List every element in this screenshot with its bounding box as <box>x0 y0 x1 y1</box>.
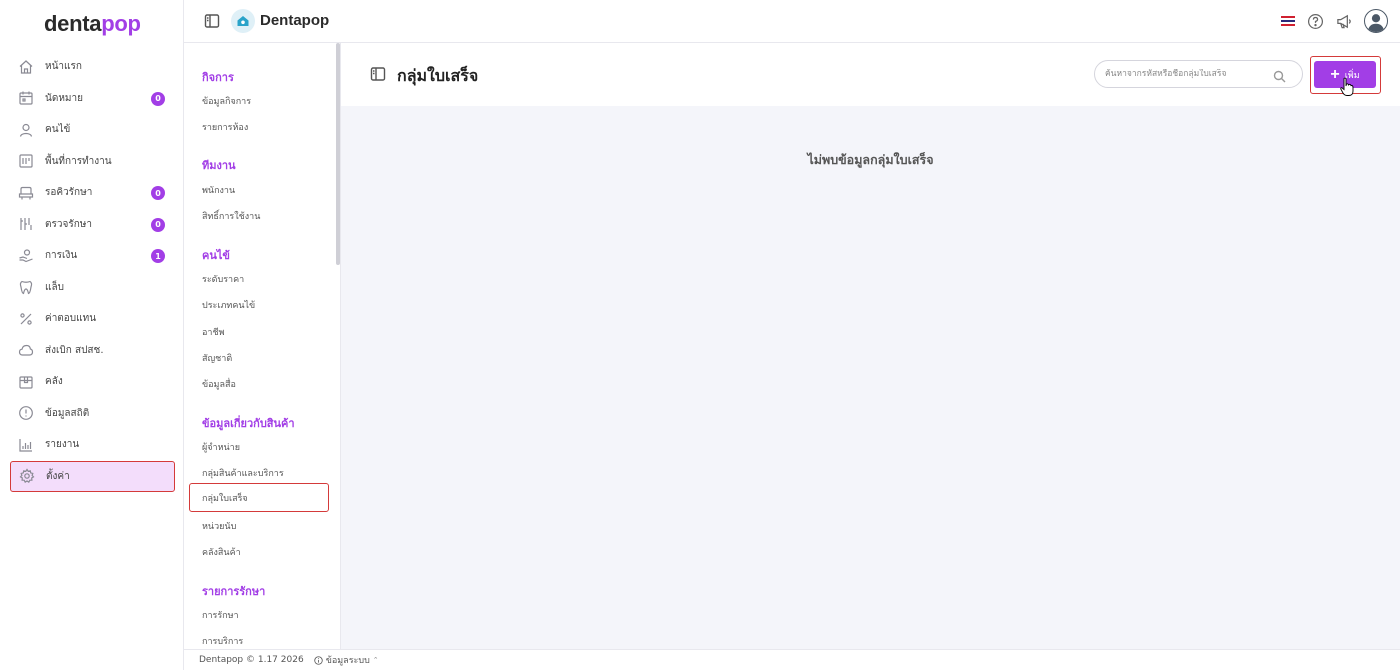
submenu-link-suppliers[interactable]: ผู้จำหน่าย <box>202 440 240 454</box>
sidebar-item-label: แล็บ <box>45 281 64 293</box>
sidebar-item-inventory[interactable]: คลัง <box>0 366 184 398</box>
submenu-link-services[interactable]: การบริการ <box>202 634 243 648</box>
footer: Dentapop © 1.17 2026 ข้อมูลระบบ ⌃ <box>184 649 1400 670</box>
sidebar-item-workspace[interactable]: พื้นที่การทำงาน <box>0 146 184 178</box>
help-icon[interactable] <box>1306 12 1324 30</box>
page-title: กลุ่มใบเสร็จ <box>397 66 479 85</box>
report-chart-icon <box>18 437 34 453</box>
top-bar-actions <box>1281 9 1388 33</box>
sidebar-item-label: รอคิวรักษา <box>45 187 93 199</box>
sidebar-item-lab[interactable]: แล็บ <box>0 272 184 304</box>
submenu-link-units[interactable]: หน่วยนับ <box>202 519 236 533</box>
submenu-link-price-levels[interactable]: ระดับราคา <box>202 272 244 286</box>
sidebar-item-label: คนไข้ <box>45 124 71 136</box>
section-products: ข้อมูลเกี่ยวกับสินค้า <box>202 417 295 430</box>
settings-submenu: กิจการ ข้อมูลกิจการ รายการห้อง ทีมงาน พน… <box>184 43 341 649</box>
top-bar: Dentapop <box>184 0 1400 43</box>
submenu-link-staff[interactable]: พนักงาน <box>202 183 235 197</box>
section-business: กิจการ <box>202 71 234 84</box>
hand-cursor-icon <box>1340 77 1354 96</box>
submenu-link-rooms[interactable]: รายการห้อง <box>202 120 248 134</box>
main-content: กลุ่มใบเสร็จ + เพิ่ม ไม่พบข้อมูลกลุ่มใบเ… <box>341 43 1400 649</box>
thai-flag-icon[interactable] <box>1281 16 1295 26</box>
percent-icon <box>18 311 34 327</box>
dental-chair-icon <box>18 185 34 201</box>
sidebar-item-label: รายงาน <box>45 439 80 451</box>
panel-toggle-icon[interactable] <box>370 66 386 82</box>
system-info-link[interactable]: ข้อมูลระบบ ⌃ <box>314 653 379 667</box>
clinic-name: Dentapop <box>260 12 330 29</box>
submenu-scrollbar[interactable] <box>336 43 340 265</box>
sidebar-item-statistics[interactable]: ข้อมูลสถิติ <box>0 398 184 430</box>
sidebar-item-label: การเงิน <box>45 250 78 262</box>
clinic-home-icon <box>231 9 255 33</box>
sidebar-item-label: นัดหมาย <box>45 92 83 104</box>
sidebar-item-reports[interactable]: รายงาน <box>0 429 184 461</box>
dental-tools-icon <box>18 216 34 232</box>
sidebar-item-label: คลัง <box>45 376 63 388</box>
search-input[interactable] <box>1105 69 1265 79</box>
submenu-link-receipt-groups[interactable]: กลุ่มใบเสร็จ <box>189 483 329 512</box>
submenu-link-occupations[interactable]: อาชีพ <box>202 325 225 339</box>
submenu-link-treatments[interactable]: การรักษา <box>202 608 239 622</box>
sidebar-nav: หน้าแรก นัดหมาย 0 คนไข้ พื้นที่การทำงาน … <box>0 51 184 492</box>
gear-icon <box>19 468 35 484</box>
sidebar-item-label: ตรวจรักษา <box>45 218 92 230</box>
avatar[interactable] <box>1364 9 1388 33</box>
sidebar-item-label: ส่งเบิก สปสช. <box>45 344 104 356</box>
submenu-link-patient-types[interactable]: ประเภทคนไข้ <box>202 298 255 312</box>
cloud-icon <box>18 342 34 358</box>
sidebar-item-treatment[interactable]: ตรวจรักษา 0 <box>0 209 184 241</box>
info-icon <box>314 655 323 665</box>
search-icon[interactable] <box>1273 68 1286 83</box>
stats-icon <box>18 405 34 421</box>
sidebar-item-label: พื้นที่การทำงาน <box>45 155 112 167</box>
section-treatments: รายการรักษา <box>202 585 266 598</box>
sidebar-item-compensation[interactable]: ค่าตอบแทน <box>0 303 184 335</box>
empty-state-message: ไม่พบข้อมูลกลุ่มใบเสร็จ <box>807 152 934 167</box>
tooth-icon <box>18 279 34 295</box>
count-badge: 1 <box>151 249 165 263</box>
dentapop-logo[interactable]: dentapop <box>44 11 141 37</box>
plus-icon: + <box>1330 65 1340 83</box>
submenu-link-business-info[interactable]: ข้อมูลกิจการ <box>202 94 251 108</box>
submenu-link-nationalities[interactable]: สัญชาติ <box>202 351 232 365</box>
page-header: กลุ่มใบเสร็จ + เพิ่ม <box>341 43 1400 106</box>
sidebar-item-finance[interactable]: การเงิน 1 <box>0 240 184 272</box>
calendar-icon <box>18 90 34 106</box>
sidebar-item-label: หน้าแรก <box>45 61 82 73</box>
workspace-icon <box>18 153 34 169</box>
copyright-text: Dentapop © 1.17 2026 <box>199 655 304 665</box>
home-icon <box>18 59 34 75</box>
submenu-link-media[interactable]: ข้อมูลสื่อ <box>202 377 236 391</box>
section-team: ทีมงาน <box>202 159 236 172</box>
box-icon <box>18 374 34 390</box>
count-badge: 0 <box>151 217 165 232</box>
sidebar-item-settings[interactable]: ตั้งค่า <box>10 460 175 492</box>
system-info-label: ข้อมูลระบบ <box>325 656 370 666</box>
submenu-link-product-groups[interactable]: กลุ่มสินค้าและบริการ <box>202 466 284 480</box>
megaphone-icon[interactable] <box>1335 12 1353 30</box>
count-badge: 0 <box>151 186 165 200</box>
submenu-link-warehouses[interactable]: คลังสินค้า <box>202 545 241 559</box>
sidebar-item-label: ข้อมูลสถิติ <box>45 407 90 419</box>
sidebar-item-nhso-claim[interactable]: ส่งเบิก สปสช. <box>0 335 184 367</box>
payment-icon <box>18 248 34 264</box>
main-sidebar: dentapop หน้าแรก นัดหมาย 0 คนไข้ พื้นที่… <box>0 0 184 670</box>
submenu-link-permissions[interactable]: สิทธิ์การใช้งาน <box>202 209 260 223</box>
chevron-icon: ⌃ <box>372 656 379 664</box>
sidebar-item-label: ตั้งค่า <box>46 470 70 482</box>
sidebar-item-label: ค่าตอบแทน <box>45 313 97 325</box>
sidebar-item-patients[interactable]: คนไข้ <box>0 114 184 146</box>
section-patients: คนไข้ <box>202 249 230 262</box>
sidebar-item-queue[interactable]: รอคิวรักษา 0 <box>0 177 184 209</box>
sidebar-item-home[interactable]: หน้าแรก <box>0 51 184 83</box>
sidebar-toggle-icon[interactable] <box>204 13 220 29</box>
search-box <box>1094 60 1303 88</box>
user-icon <box>18 122 34 138</box>
count-badge: 0 <box>151 91 165 106</box>
sidebar-item-appointments[interactable]: นัดหมาย 0 <box>0 83 184 115</box>
